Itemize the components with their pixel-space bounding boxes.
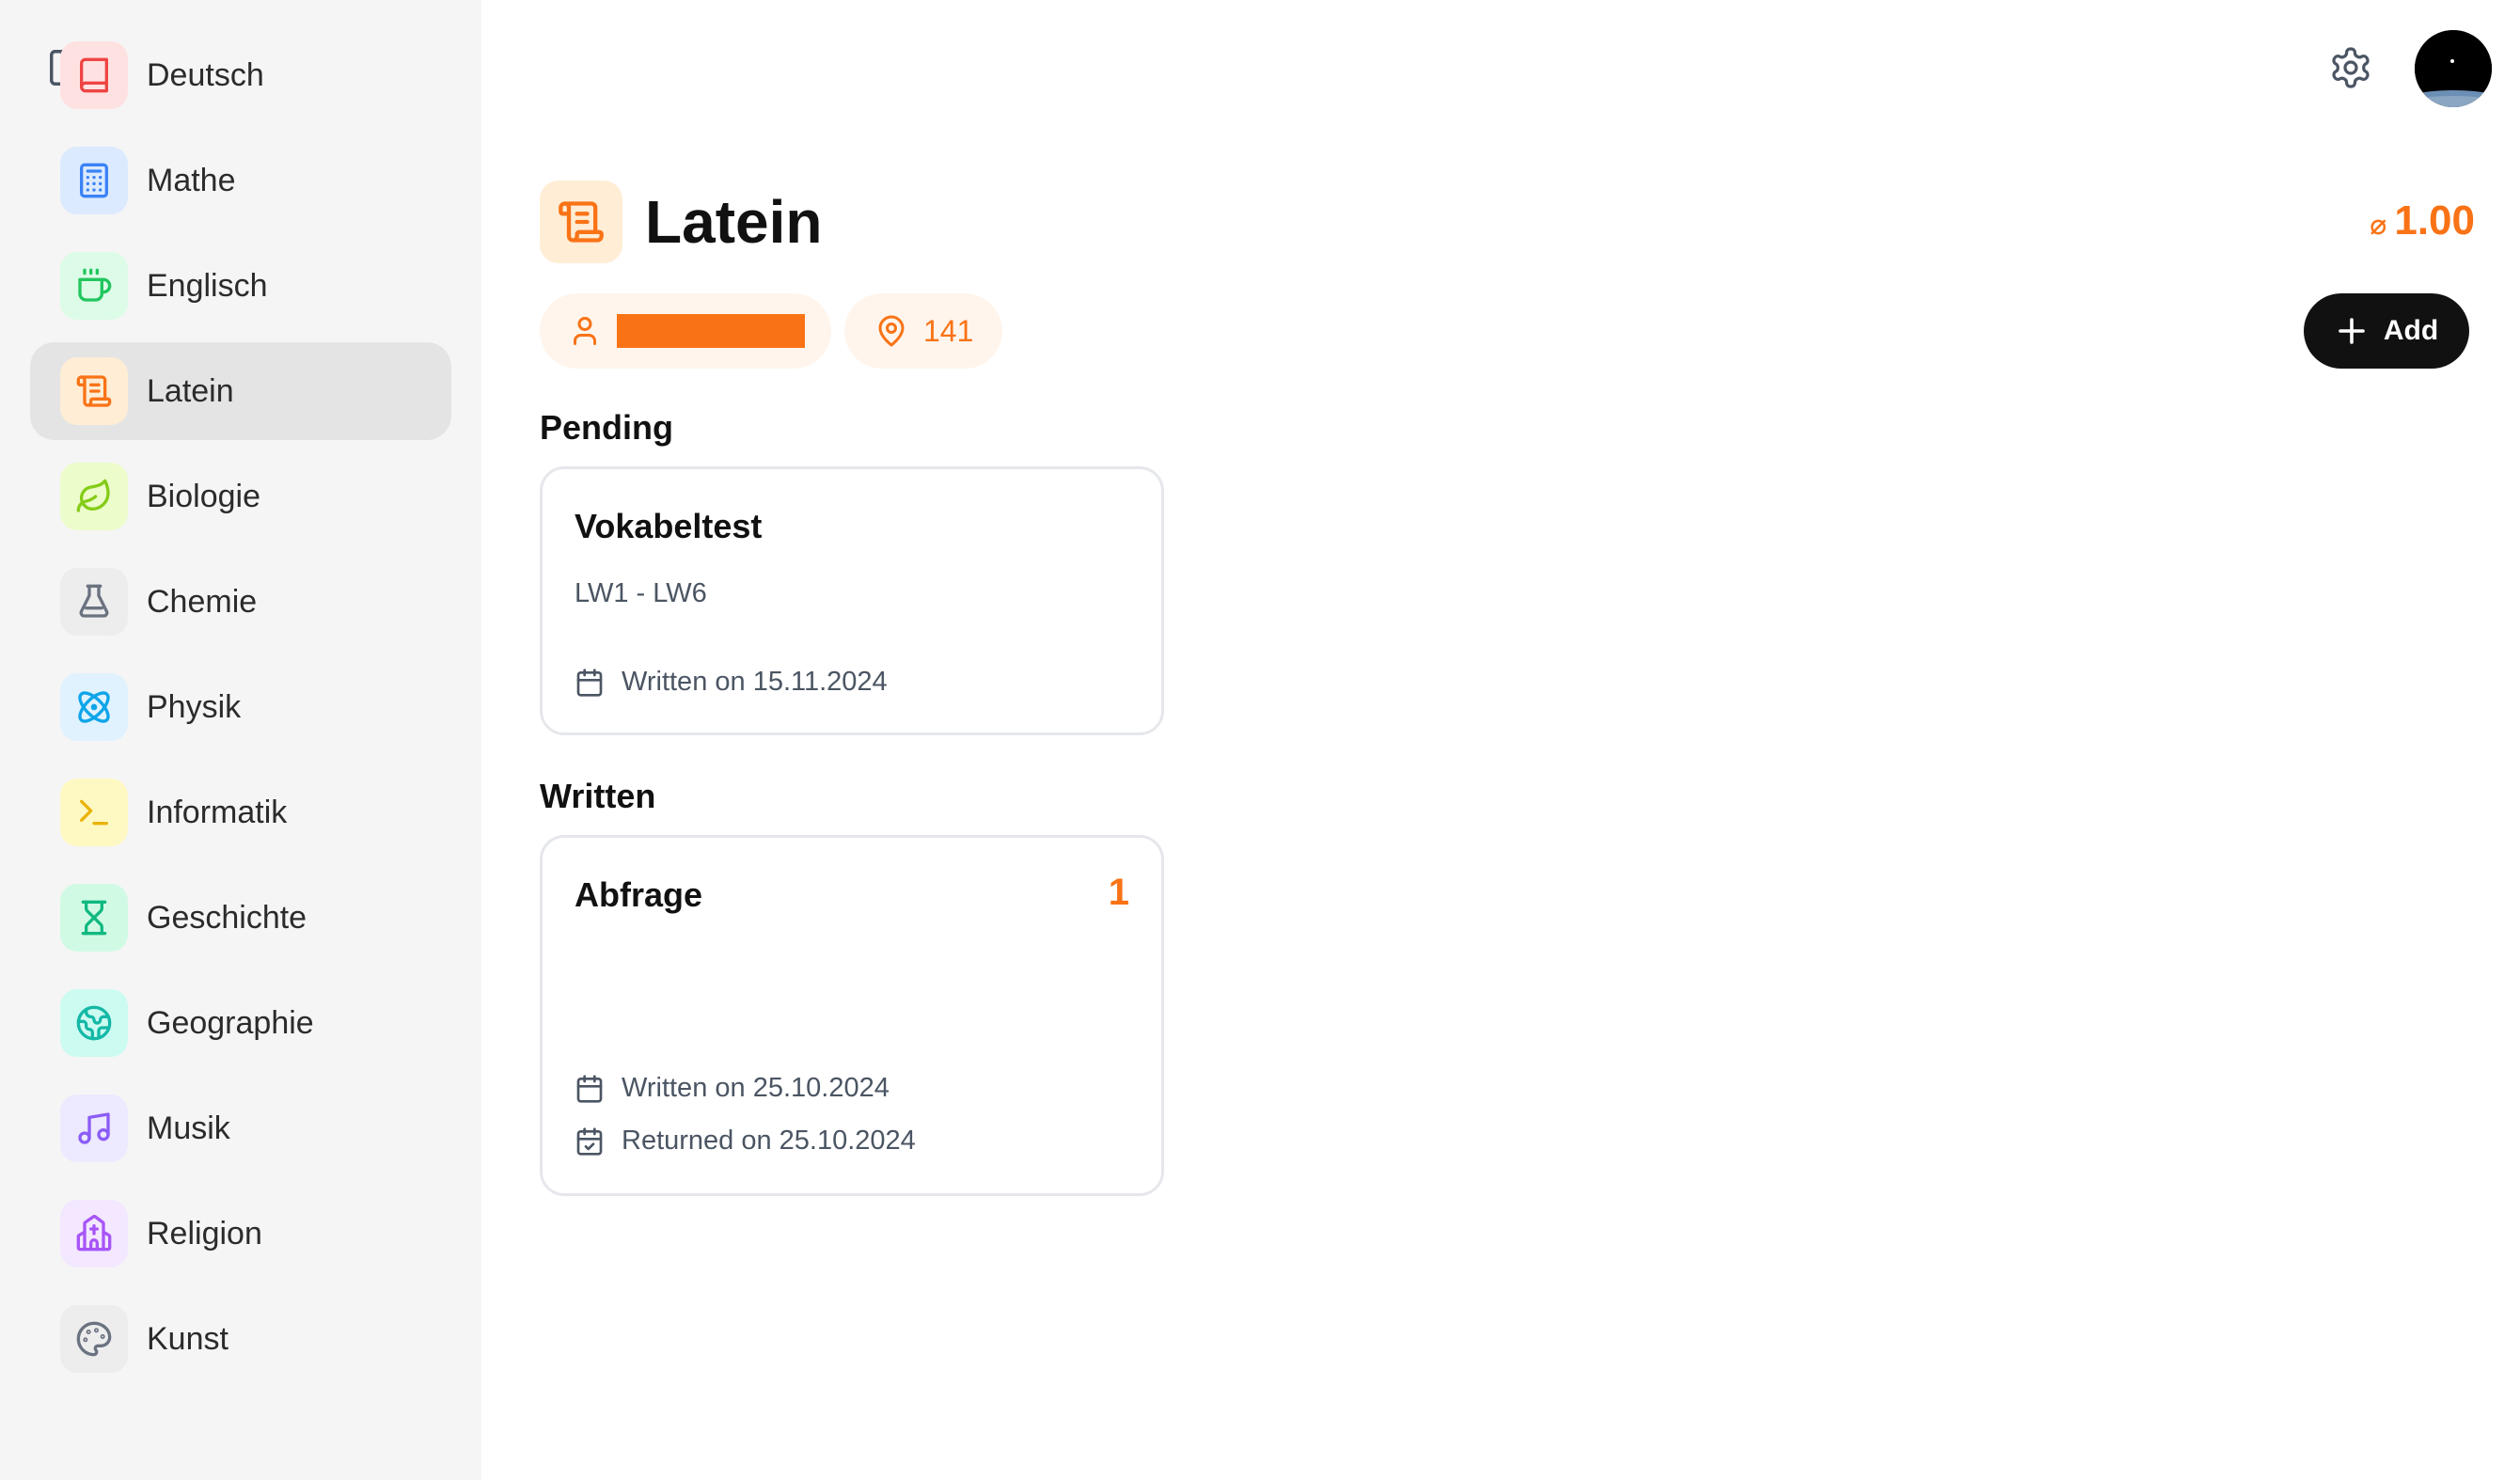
calculator-icon (60, 147, 128, 214)
sidebar-item-latein[interactable]: Latein (30, 342, 451, 440)
sidebar-item-chemie[interactable]: Chemie (30, 553, 451, 651)
average-symbol: ⌀ (2370, 210, 2387, 241)
returned-date: Returned on 25.10.2024 (575, 1126, 916, 1157)
sidebar-item-label: Englisch (147, 267, 268, 304)
exam-grade: 1 (1108, 872, 1129, 913)
sidebar-item-musik[interactable]: Musik (30, 1079, 451, 1177)
book-icon (60, 41, 128, 109)
average-grade: ⌀ 1.00 (2370, 197, 2475, 244)
sidebar: Deutsch Mathe Englisch Latein Biologie C… (0, 0, 481, 1480)
church-icon (60, 1200, 128, 1267)
exam-card-written[interactable]: Abfrage 1 Written on 25.10.2024 Returned… (540, 835, 1164, 1196)
sidebar-item-label: Physik (147, 688, 242, 725)
scroll-icon (540, 181, 622, 263)
written-date: Written on 15.11.2024 (575, 667, 888, 698)
sidebar-item-label: Latein (147, 372, 234, 409)
sidebar-item-geschichte[interactable]: Geschichte (30, 869, 451, 967)
sidebar-item-label: Geographie (147, 1004, 314, 1041)
music-icon (60, 1094, 128, 1162)
sidebar-item-religion[interactable]: Religion (30, 1185, 451, 1283)
atom-icon (60, 673, 128, 741)
calendar-icon (576, 1074, 603, 1103)
sidebar-item-label: Deutsch (147, 56, 264, 93)
room-number: 141 (923, 313, 974, 348)
sidebar-item-label: Musik (147, 1110, 230, 1146)
avatar[interactable] (2415, 30, 2492, 107)
hourglass-icon (60, 884, 128, 952)
sidebar-item-deutsch[interactable]: Deutsch (30, 26, 451, 124)
written-date-text: Written on 15.11.2024 (622, 667, 888, 697)
exam-topic: LW1 - LW6 (575, 578, 707, 608)
sidebar-item-label: Geschichte (147, 899, 307, 936)
add-button-label: Add (2383, 315, 2439, 346)
sidebar-item-physik[interactable]: Physik (30, 658, 451, 756)
leaf-icon (60, 463, 128, 530)
calendar-icon (576, 668, 603, 697)
returned-date-text: Returned on 25.10.2024 (622, 1126, 916, 1156)
terminal-icon (60, 779, 128, 846)
calendar-check-icon (576, 1126, 603, 1156)
sidebar-item-mathe[interactable]: Mathe (30, 132, 451, 229)
globe-icon (60, 989, 128, 1057)
teacher-name-redacted (617, 314, 805, 348)
section-title-pending: Pending (540, 408, 673, 447)
sidebar-item-label: Biologie (147, 478, 260, 514)
sidebar-item-label: Chemie (147, 583, 258, 620)
user-icon (574, 317, 596, 345)
teacher-chip[interactable] (540, 293, 831, 369)
sidebar-item-label: Kunst (147, 1320, 228, 1357)
sidebar-item-informatik[interactable]: Informatik (30, 764, 451, 861)
cup-icon (60, 252, 128, 320)
sidebar-item-label: Informatik (147, 794, 288, 830)
sidebar-item-geographie[interactable]: Geographie (30, 974, 451, 1072)
written-date: Written on 25.10.2024 (575, 1073, 890, 1104)
earth-horizon-image (2415, 30, 2492, 107)
written-date-text: Written on 25.10.2024 (622, 1073, 890, 1103)
exam-card-pending[interactable]: Vokabeltest LW1 - LW6 Written on 15.11.2… (540, 466, 1164, 735)
flask-icon (60, 568, 128, 636)
add-button[interactable]: Add (2304, 293, 2469, 369)
sidebar-item-kunst[interactable]: Kunst (30, 1290, 451, 1388)
page-title: Latein (645, 188, 823, 256)
room-chip[interactable]: 141 (844, 293, 1002, 369)
palette-icon (60, 1305, 128, 1373)
map-pin-icon (878, 315, 905, 347)
sidebar-item-biologie[interactable]: Biologie (30, 448, 451, 545)
sidebar-item-englisch[interactable]: Englisch (30, 237, 451, 335)
sidebar-item-label: Religion (147, 1215, 262, 1252)
gear-icon (2332, 47, 2370, 88)
settings-button[interactable] (2321, 38, 2381, 98)
scroll-icon (60, 357, 128, 425)
exam-title: Vokabeltest (575, 507, 763, 545)
section-title-written: Written (540, 777, 656, 815)
sidebar-item-label: Mathe (147, 162, 236, 198)
exam-title: Abfrage (575, 875, 703, 914)
average-value: 1.00 (2394, 197, 2475, 244)
plus-icon (2339, 318, 2365, 344)
